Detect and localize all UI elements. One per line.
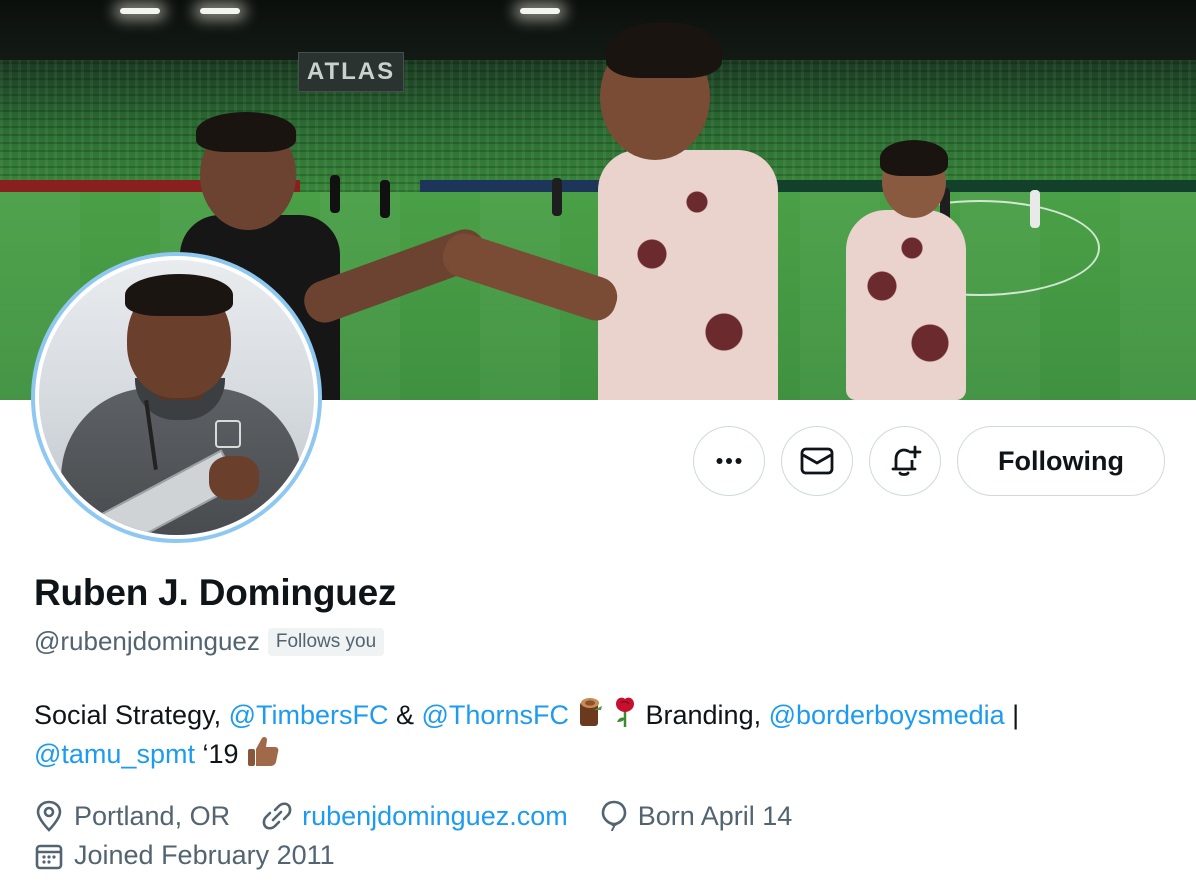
stadium-sign: ATLAS [298,52,404,92]
joined-item: Joined February 2011 [34,840,335,871]
avatar-photo [39,260,314,535]
avatar-hand [209,456,259,500]
player-hair [880,140,948,176]
bio-mention-timbers[interactable]: @TimbersFC [229,700,389,730]
stadium-light [520,8,560,14]
background-player [380,180,390,218]
avatar-hair [125,274,233,316]
bio-mention-tamu[interactable]: @tamu_spmt [34,739,195,769]
website-link[interactable]: rubenjdominguez.com [302,801,568,832]
location-item: Portland, OR [34,800,230,832]
bell-plus-icon [891,445,922,476]
profile-avatar[interactable] [31,252,322,543]
bio-mention-borderboys[interactable]: @borderboysmedia [769,700,1005,730]
rose-icon [615,697,634,727]
message-button[interactable] [781,426,853,496]
background-player [1030,190,1040,228]
birthday-text: Born April 14 [637,800,793,831]
profile-page: ATLAS Following Ruben J. Dominguez @rube… [0,0,1196,890]
location-text: Portland, OR [74,800,231,831]
thumbs-up-icon [248,736,279,766]
profile-meta-row: Portland, OR rubenjdominguez.com Born Ap… [34,800,824,832]
player-shirt [846,210,966,400]
background-player [330,175,340,213]
link-icon [262,802,292,830]
balloon-icon [601,800,627,832]
location-pin-icon [36,800,62,832]
player-hair [606,22,722,78]
bio-text: | [1004,700,1020,730]
stadium-stands [0,60,1196,200]
more-icon [716,458,742,464]
profile-meta-row: Joined February 2011 [34,840,367,871]
more-button[interactable] [693,426,765,496]
handle-row: @rubenjdominguez Follows you [34,626,385,657]
profile-bio: Social Strategy, @TimbersFC & @ThornsFC … [34,696,1164,774]
birthday-item: Born April 14 [600,800,793,832]
wood-log-icon [580,698,603,726]
bio-text: Branding, [645,700,769,730]
profile-name: Ruben J. Dominguez [34,572,397,613]
background-player [552,178,562,216]
player-hair [196,112,296,152]
follows-you-badge: Follows you [267,627,385,656]
notify-button[interactable] [869,426,941,496]
profile-handle: @rubenjdominguez [34,626,260,656]
avatar-club-logo [215,420,241,448]
player-shirt [598,150,778,400]
joined-text: Joined February 2011 [74,840,335,870]
website-item[interactable]: rubenjdominguez.com [262,801,568,832]
calendar-icon [35,844,63,869]
bio-text: Social Strategy, [34,700,229,730]
bio-text: & [388,700,422,730]
following-button[interactable]: Following [957,426,1165,496]
stadium-light [200,8,240,14]
bio-text: ‘19 [194,739,247,769]
bio-mention-thorns[interactable]: @ThornsFC [422,700,569,730]
envelope-icon [800,447,834,475]
stadium-light [120,8,160,14]
